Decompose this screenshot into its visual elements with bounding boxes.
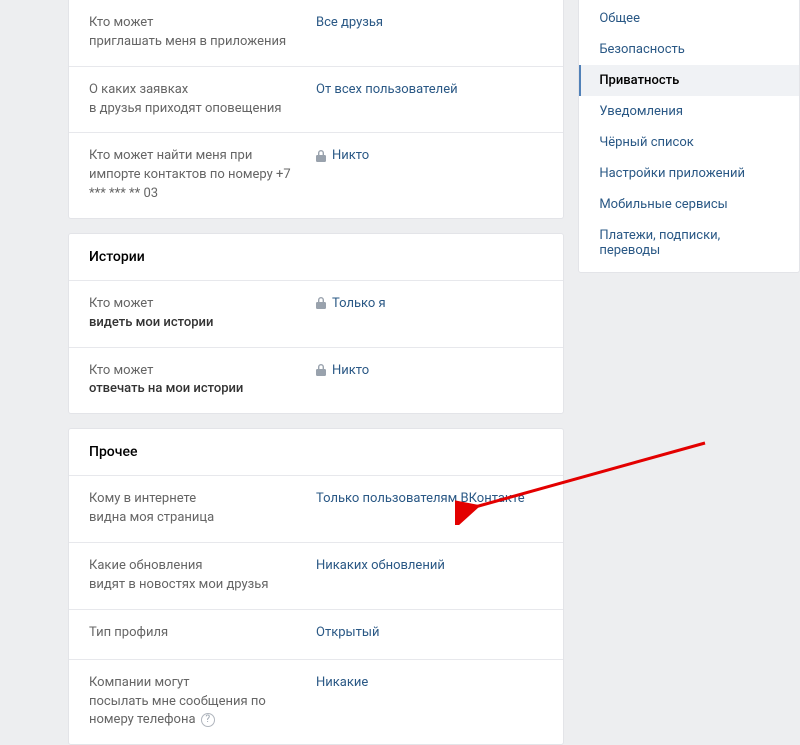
setting-label: Кто может отвечать на мои истории: [89, 362, 316, 400]
setting-row[interactable]: Кто может приглашать меня в приложения В…: [69, 0, 563, 67]
setting-label: Кому в интернете видна моя страница: [89, 490, 316, 528]
sidebar-item-notifications[interactable]: Уведомления: [579, 96, 799, 127]
setting-label: Тип профиля: [89, 624, 316, 643]
sidebar-item-label: Общее: [599, 11, 640, 26]
privacy-section-stories: Истории Кто может видеть мои истории Тол…: [68, 233, 564, 414]
setting-value[interactable]: Все друзья: [316, 14, 543, 30]
lock-icon: [316, 150, 326, 162]
section-title: Прочее: [69, 429, 563, 476]
sidebar-item-label: Мобильные сервисы: [599, 197, 727, 212]
setting-row[interactable]: Кто может отвечать на мои истории Никто: [69, 348, 563, 414]
sidebar-item-label: Уведомления: [599, 104, 683, 119]
setting-label: Какие обновления видят в новостях мои др…: [89, 557, 316, 595]
sidebar-item-label: Настройки приложений: [599, 166, 745, 181]
privacy-section-other: Прочее Кому в интернете видна моя страни…: [68, 428, 564, 745]
help-icon[interactable]: ?: [201, 713, 215, 727]
sidebar-item-privacy[interactable]: Приватность: [579, 65, 799, 96]
setting-value[interactable]: Только пользователям ВКонтакте: [316, 490, 543, 506]
setting-row[interactable]: Кому в интернете видна моя страница Толь…: [69, 476, 563, 543]
setting-value[interactable]: От всех пользователей: [316, 81, 543, 97]
lock-icon: [316, 364, 326, 376]
sidebar-item-apps[interactable]: Настройки приложений: [579, 158, 799, 189]
setting-label: Кто может приглашать меня в приложения: [89, 14, 316, 52]
sidebar-item-label: Чёрный список: [599, 135, 693, 150]
setting-value[interactable]: Никто: [316, 147, 543, 163]
setting-row[interactable]: Компании могут посылать мне сообщения по…: [69, 660, 563, 745]
setting-label: О каких заявках в друзья приходят оповещ…: [89, 81, 316, 119]
setting-value[interactable]: Никакие: [316, 674, 543, 690]
sidebar-item-label: Приватность: [599, 73, 679, 88]
sidebar-item-label: Платежи, подписки, переводы: [599, 228, 720, 258]
sidebar-item-general[interactable]: Общее: [579, 3, 799, 34]
setting-row[interactable]: Какие обновления видят в новостях мои др…: [69, 543, 563, 610]
sidebar-item-mobile[interactable]: Мобильные сервисы: [579, 189, 799, 220]
sidebar-item-security[interactable]: Безопасность: [579, 34, 799, 65]
setting-label: Кто может найти меня при импорте контакт…: [89, 147, 316, 204]
setting-value[interactable]: Открытый: [316, 624, 543, 640]
section-title: Истории: [69, 234, 563, 281]
settings-sidebar: Общее Безопасность Приватность Уведомлен…: [578, 0, 800, 273]
setting-value[interactable]: Никаких обновлений: [316, 557, 543, 573]
sidebar-item-payments[interactable]: Платежи, подписки, переводы: [579, 220, 799, 266]
sidebar-item-label: Безопасность: [599, 42, 685, 57]
setting-row[interactable]: Кто может видеть мои истории Только я: [69, 281, 563, 348]
privacy-section-apps: Кто может приглашать меня в приложения В…: [68, 0, 564, 219]
setting-row[interactable]: Кто может найти меня при импорте контакт…: [69, 133, 563, 218]
setting-label: Кто может видеть мои истории: [89, 295, 316, 333]
sidebar-item-blacklist[interactable]: Чёрный список: [579, 127, 799, 158]
setting-value[interactable]: Только я: [316, 295, 543, 311]
setting-value[interactable]: Никто: [316, 362, 543, 378]
setting-label: Компании могут посылать мне сообщения по…: [89, 674, 316, 731]
setting-row[interactable]: О каких заявках в друзья приходят оповещ…: [69, 67, 563, 134]
lock-icon: [316, 297, 326, 309]
setting-row[interactable]: Тип профиля Открытый: [69, 610, 563, 660]
